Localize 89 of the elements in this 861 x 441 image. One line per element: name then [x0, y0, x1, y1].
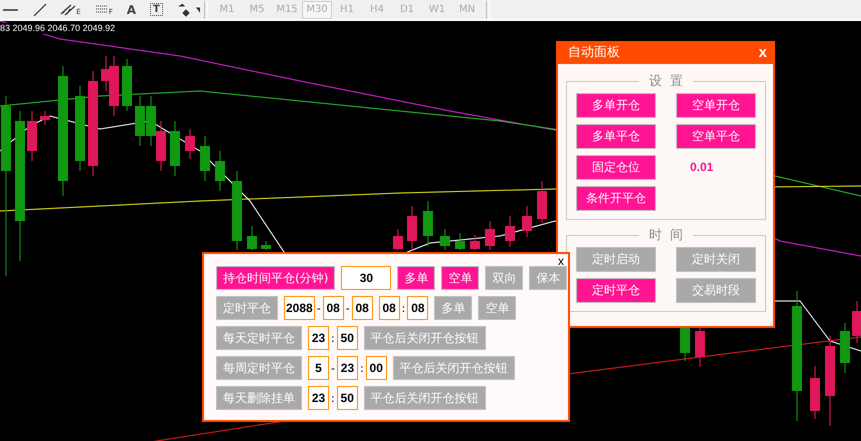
text-tool-icon[interactable]: A	[126, 2, 136, 16]
candlestick	[156, 120, 166, 172]
input-field[interactable]: 08	[407, 296, 428, 320]
separator-text: :	[331, 392, 335, 404]
price-readout: 83 2049.96 2046.70 2049.92	[0, 23, 116, 34]
candlestick	[852, 300, 861, 344]
panel-button[interactable]: 定时平仓	[576, 278, 656, 303]
candlestick	[185, 128, 195, 160]
timeframe-button[interactable]: H4	[362, 0, 392, 18]
panel-button[interactable]: 每天删除挂单	[216, 386, 302, 410]
trend-line-icon[interactable]	[32, 2, 46, 16]
close-button[interactable]: x	[558, 254, 564, 268]
candlestick	[455, 232, 465, 250]
input-field[interactable]: 23	[308, 386, 329, 410]
timeframe-button[interactable]: W1	[422, 0, 452, 18]
panel-button[interactable]: 定时启动	[576, 247, 656, 272]
panel-title: 自动面板	[568, 44, 620, 60]
candlestick	[470, 234, 480, 250]
candlestick	[135, 96, 145, 146]
separator-text: :	[331, 332, 335, 344]
panel-button[interactable]: 保本	[529, 266, 568, 290]
candlestick	[170, 120, 180, 176]
panel-button[interactable]: 双向	[485, 266, 524, 290]
panel-button[interactable]: 平仓后关闭开仓按钮	[392, 356, 515, 380]
group-legend: 设 置	[638, 74, 694, 89]
panel-button[interactable]: 固定仓位	[576, 155, 656, 180]
panel-button[interactable]: 空单平仓	[676, 124, 756, 149]
candlestick	[40, 110, 50, 126]
candlestick	[261, 240, 271, 250]
candlestick	[505, 216, 515, 248]
candlestick	[522, 206, 532, 238]
input-field[interactable]: 50	[336, 326, 358, 350]
timeframe-button[interactable]: M15	[272, 0, 302, 18]
panel-button[interactable]: 多单	[434, 296, 472, 320]
panel-button[interactable]: 持仓时间平仓(分钟)	[216, 266, 336, 290]
separator-text: -	[346, 302, 350, 314]
group-legend: 时 间	[638, 228, 694, 243]
panel-button[interactable]: 多单	[397, 266, 436, 290]
input-field[interactable]: 23	[336, 356, 358, 380]
input-field[interactable]: 50	[336, 386, 358, 410]
input-field[interactable]: 00	[366, 356, 387, 380]
separator-text: :	[360, 362, 364, 374]
panel-button[interactable]: 空单开仓	[676, 93, 756, 118]
timeframe-button[interactable]: M30	[302, 0, 332, 18]
separator-text: :	[402, 302, 406, 314]
panel-button[interactable]: 每周定时平仓	[216, 356, 302, 380]
timeframe-button[interactable]: MN	[452, 0, 482, 18]
input-field[interactable]: 08	[322, 296, 344, 320]
text-label-icon[interactable]: T	[150, 3, 163, 16]
candlestick	[200, 136, 210, 182]
input-field[interactable]: 2088	[284, 296, 315, 320]
close-button[interactable]: x	[758, 44, 767, 60]
candlestick	[122, 58, 132, 112]
separator-text: -	[331, 362, 335, 374]
candlestick	[247, 226, 257, 250]
lot-size-value: 0.01	[689, 159, 714, 176]
candlestick	[537, 180, 547, 224]
timeframe-button[interactable]: H1	[332, 0, 362, 18]
input-field[interactable]: 08	[352, 296, 373, 320]
panel-button[interactable]: 平仓后关闭开仓按钮	[364, 386, 486, 410]
candlestick	[485, 220, 495, 250]
input-field[interactable]: 30	[341, 266, 392, 290]
candlestick	[146, 96, 156, 146]
candlestick	[27, 110, 37, 162]
panel-button[interactable]: 交易时段	[676, 278, 756, 303]
candlestick	[810, 366, 820, 420]
panel-button[interactable]: 定时关闭	[676, 247, 756, 272]
panel-button[interactable]: 空单	[478, 296, 516, 320]
timeframe-button[interactable]: M1	[212, 0, 242, 18]
panel-button[interactable]: 条件开平仓	[576, 186, 656, 211]
panel-button[interactable]: 空单	[441, 266, 480, 290]
panel-button[interactable]: 每天定时平仓	[216, 326, 302, 350]
panel-button[interactable]: 多单平仓	[576, 124, 656, 149]
candlestick	[215, 150, 225, 192]
candlestick	[440, 228, 450, 250]
panel-button[interactable]: 平仓后关闭开仓按钮	[364, 326, 486, 350]
timeframe-button[interactable]: D1	[392, 0, 422, 18]
separator-text: -	[316, 302, 321, 314]
input-field[interactable]: 23	[308, 326, 329, 350]
candlestick	[393, 228, 403, 250]
candlestick	[407, 206, 417, 250]
panel-button[interactable]: 多单开仓	[576, 93, 656, 118]
candlestick	[423, 200, 433, 246]
input-field[interactable]: 5	[308, 356, 329, 380]
timeframe-button[interactable]: M5	[242, 0, 272, 18]
panel-button[interactable]: 定时平仓	[216, 296, 278, 320]
arrows-dropdown-icon[interactable]	[176, 2, 200, 16]
candlestick	[840, 322, 850, 374]
input-field[interactable]: 08	[378, 296, 400, 320]
